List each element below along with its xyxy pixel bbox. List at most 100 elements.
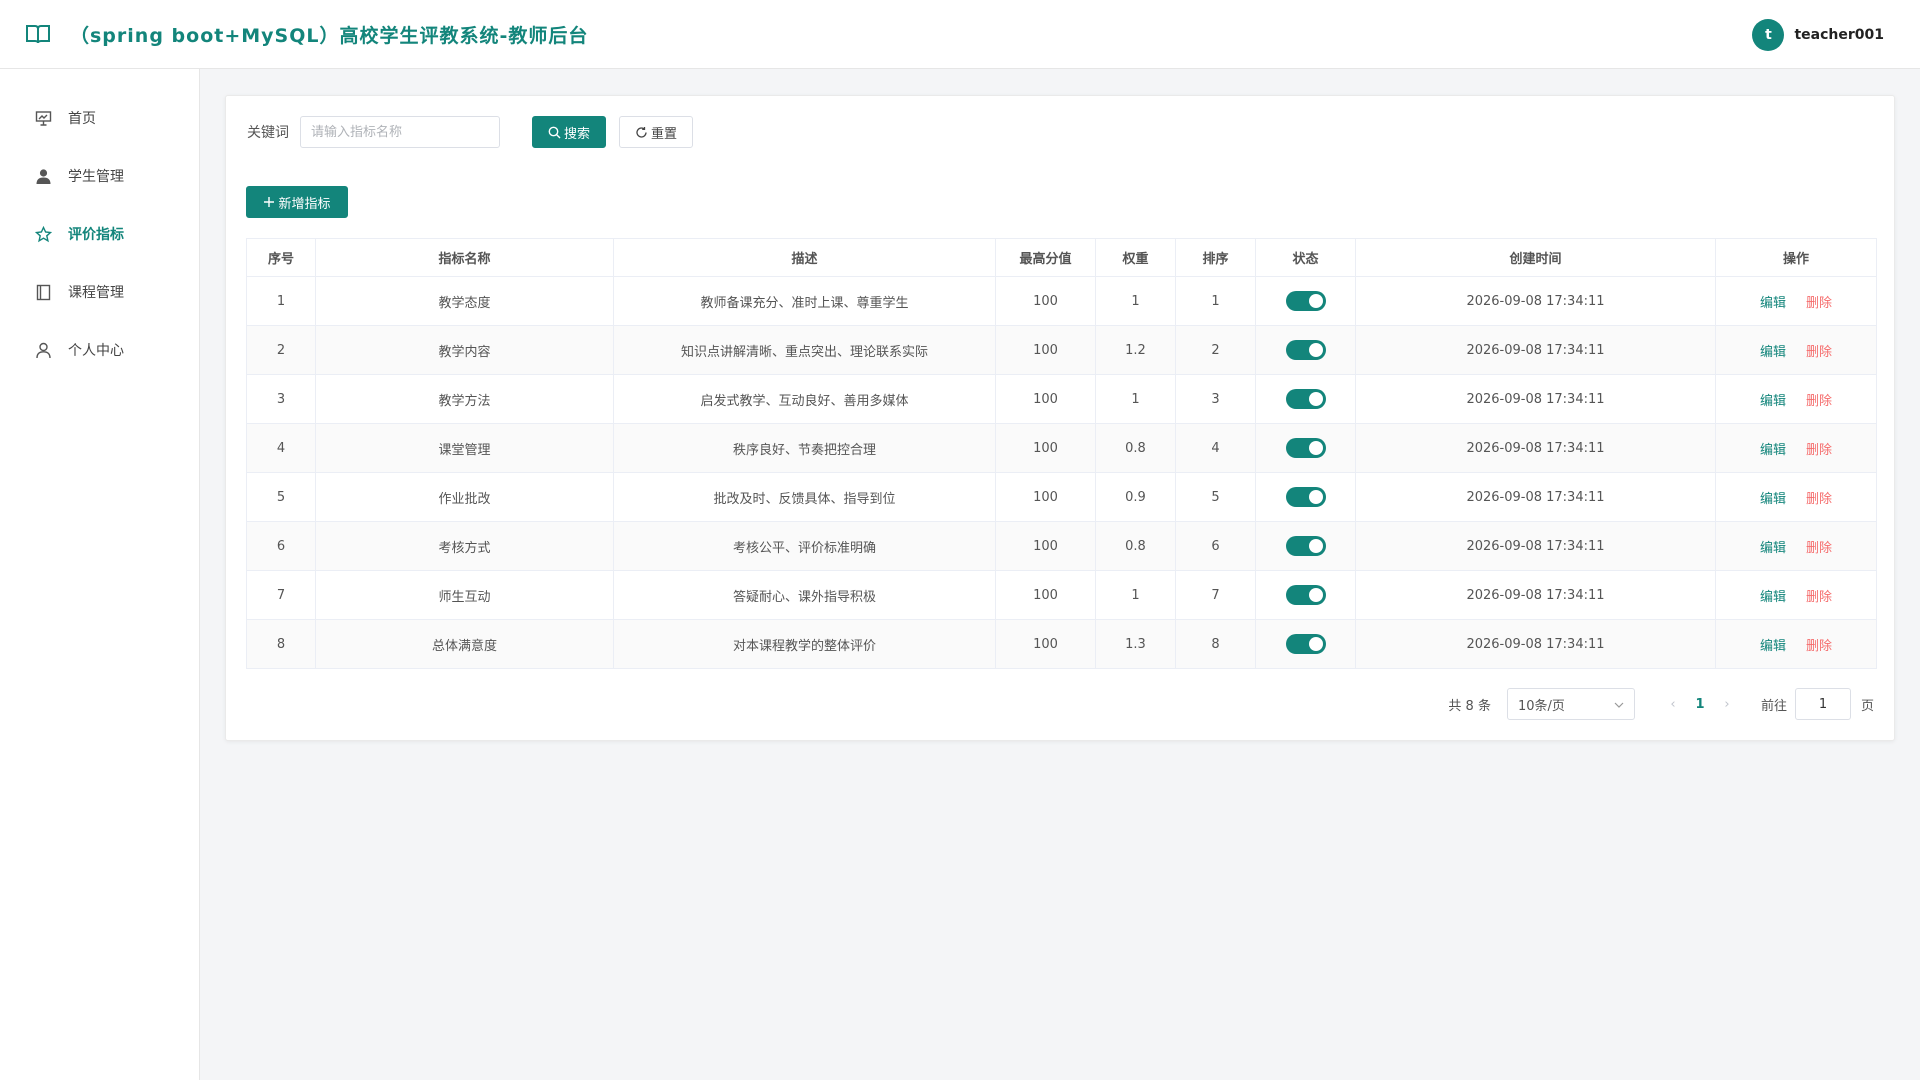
cell-no: 3 (246, 374, 316, 424)
status-toggle[interactable] (1285, 389, 1326, 409)
cell-order: 2 (1175, 325, 1256, 375)
avatar[interactable]: t (1752, 19, 1785, 51)
cell-no: 6 (246, 521, 316, 571)
status-toggle[interactable] (1285, 291, 1326, 311)
cell-status (1255, 423, 1356, 473)
cell-name: 教学方法 (315, 374, 614, 424)
delete-link[interactable]: 删除 (1806, 639, 1832, 654)
search-button[interactable]: 搜索 (532, 116, 606, 148)
cell-order: 7 (1175, 570, 1256, 620)
cell-created: 2026-09-08 17:34:11 (1355, 570, 1716, 620)
page-number-current[interactable]: 1 (1685, 697, 1715, 712)
cell-actions: 编辑 删除 (1715, 423, 1877, 473)
person-outline-icon (34, 341, 52, 359)
add-indicator-label: 新增指标 (278, 196, 331, 212)
toggle-knob (1308, 392, 1323, 406)
cell-max: 100 (995, 325, 1096, 375)
cell-status (1255, 325, 1356, 375)
cell-max: 100 (995, 472, 1096, 522)
cell-actions: 编辑 删除 (1715, 472, 1877, 522)
sidebar-item-courses[interactable]: 课程管理 (0, 263, 199, 321)
cell-no: 1 (246, 276, 316, 326)
delete-link[interactable]: 删除 (1806, 296, 1832, 311)
delete-link[interactable]: 删除 (1806, 443, 1832, 458)
prev-page-icon[interactable]: ‹ (1661, 697, 1685, 712)
page-size-select[interactable]: 10条/页 (1506, 688, 1635, 720)
cell-name: 考核方式 (315, 521, 614, 571)
cell-order: 1 (1175, 276, 1256, 326)
total-count: 共 8 条 (1448, 698, 1491, 714)
cell-no: 7 (246, 570, 316, 620)
cell-desc: 对本课程教学的整体评价 (613, 619, 996, 669)
search-bar: 关键词 搜索 重置 (247, 116, 693, 148)
delete-link[interactable]: 删除 (1806, 590, 1832, 605)
cell-no: 5 (246, 472, 316, 522)
cell-created: 2026-09-08 17:34:11 (1355, 619, 1716, 669)
goto-page-input[interactable] (1794, 688, 1851, 720)
cell-weight: 1.2 (1095, 325, 1176, 375)
cell-desc: 批改及时、反馈具体、指导到位 (613, 472, 996, 522)
cell-weight: 1 (1095, 276, 1176, 326)
refresh-icon (635, 126, 648, 139)
delete-link[interactable]: 删除 (1806, 345, 1832, 360)
toggle-knob (1308, 490, 1323, 504)
cell-status (1255, 472, 1356, 522)
cell-order: 3 (1175, 374, 1256, 424)
status-toggle[interactable] (1285, 536, 1326, 556)
column-header: 最高分值 (995, 238, 1096, 277)
table-row: 1 教学态度 教师备课充分、准时上课、尊重学生 100 1 1 2026-09-… (246, 276, 1877, 326)
cell-name: 作业批改 (315, 472, 614, 522)
cell-name: 课堂管理 (315, 423, 614, 473)
cell-max: 100 (995, 374, 1096, 424)
reset-button[interactable]: 重置 (619, 116, 693, 148)
cell-max: 100 (995, 619, 1096, 669)
toggle-knob (1308, 441, 1323, 455)
edit-link[interactable]: 编辑 (1760, 345, 1786, 360)
edit-link[interactable]: 编辑 (1760, 296, 1786, 311)
cell-weight: 1 (1095, 570, 1176, 620)
cell-weight: 0.8 (1095, 423, 1176, 473)
sidebar-item-students[interactable]: 学生管理 (0, 147, 199, 205)
sidebar-item-label: 评价指标 (68, 227, 124, 243)
cell-max: 100 (995, 521, 1096, 571)
status-toggle[interactable] (1285, 487, 1326, 507)
cell-no: 2 (246, 325, 316, 375)
table-header-row: 序号 指标名称 描述 最高分值 权重 排序 状态 创建时间 操作 (246, 238, 1877, 277)
table-row: 4 课堂管理 秩序良好、节奏把控合理 100 0.8 4 2026-09-08 … (246, 423, 1877, 473)
delete-link[interactable]: 删除 (1806, 492, 1832, 507)
status-toggle[interactable] (1285, 340, 1326, 360)
status-toggle[interactable] (1285, 585, 1326, 605)
delete-link[interactable]: 删除 (1806, 394, 1832, 409)
column-header: 排序 (1175, 238, 1256, 277)
cell-actions: 编辑 删除 (1715, 619, 1877, 669)
search-input[interactable] (300, 116, 500, 148)
edit-link[interactable]: 编辑 (1760, 394, 1786, 409)
cell-desc: 答疑耐心、课外指导积极 (613, 570, 996, 620)
pagination: 共 8 条 10条/页 ‹ 1 › 前往 页 (1448, 688, 1874, 720)
next-page-icon[interactable]: › (1715, 697, 1739, 712)
edit-link[interactable]: 编辑 (1760, 443, 1786, 458)
status-toggle[interactable] (1285, 634, 1326, 654)
column-header: 序号 (246, 238, 316, 277)
toggle-knob (1308, 588, 1323, 602)
username[interactable]: teacher001 (1794, 27, 1884, 43)
cell-desc: 启发式教学、互动良好、善用多媒体 (613, 374, 996, 424)
delete-link[interactable]: 删除 (1806, 541, 1832, 556)
add-indicator-button[interactable]: 新增指标 (246, 186, 348, 218)
edit-link[interactable]: 编辑 (1760, 639, 1786, 654)
indicator-table: 序号 指标名称 描述 最高分值 权重 排序 状态 创建时间 操作 1 教学态度 … (246, 238, 1877, 669)
edit-link[interactable]: 编辑 (1760, 492, 1786, 507)
sidebar-item-indicators[interactable]: 评价指标 (0, 205, 199, 263)
table-row: 7 师生互动 答疑耐心、课外指导积极 100 1 7 2026-09-08 17… (246, 570, 1877, 620)
edit-link[interactable]: 编辑 (1760, 590, 1786, 605)
toggle-knob (1308, 637, 1323, 651)
user-menu[interactable]: t teacher001 (1752, 19, 1884, 51)
edit-link[interactable]: 编辑 (1760, 541, 1786, 556)
column-header: 状态 (1255, 238, 1356, 277)
table-row: 8 总体满意度 对本课程教学的整体评价 100 1.3 8 2026-09-08… (246, 619, 1877, 669)
status-toggle[interactable] (1285, 438, 1326, 458)
cell-weight: 1.3 (1095, 619, 1176, 669)
sidebar-item-profile[interactable]: 个人中心 (0, 321, 199, 379)
sidebar-item-home[interactable]: 首页 (0, 89, 199, 147)
cell-name: 师生互动 (315, 570, 614, 620)
